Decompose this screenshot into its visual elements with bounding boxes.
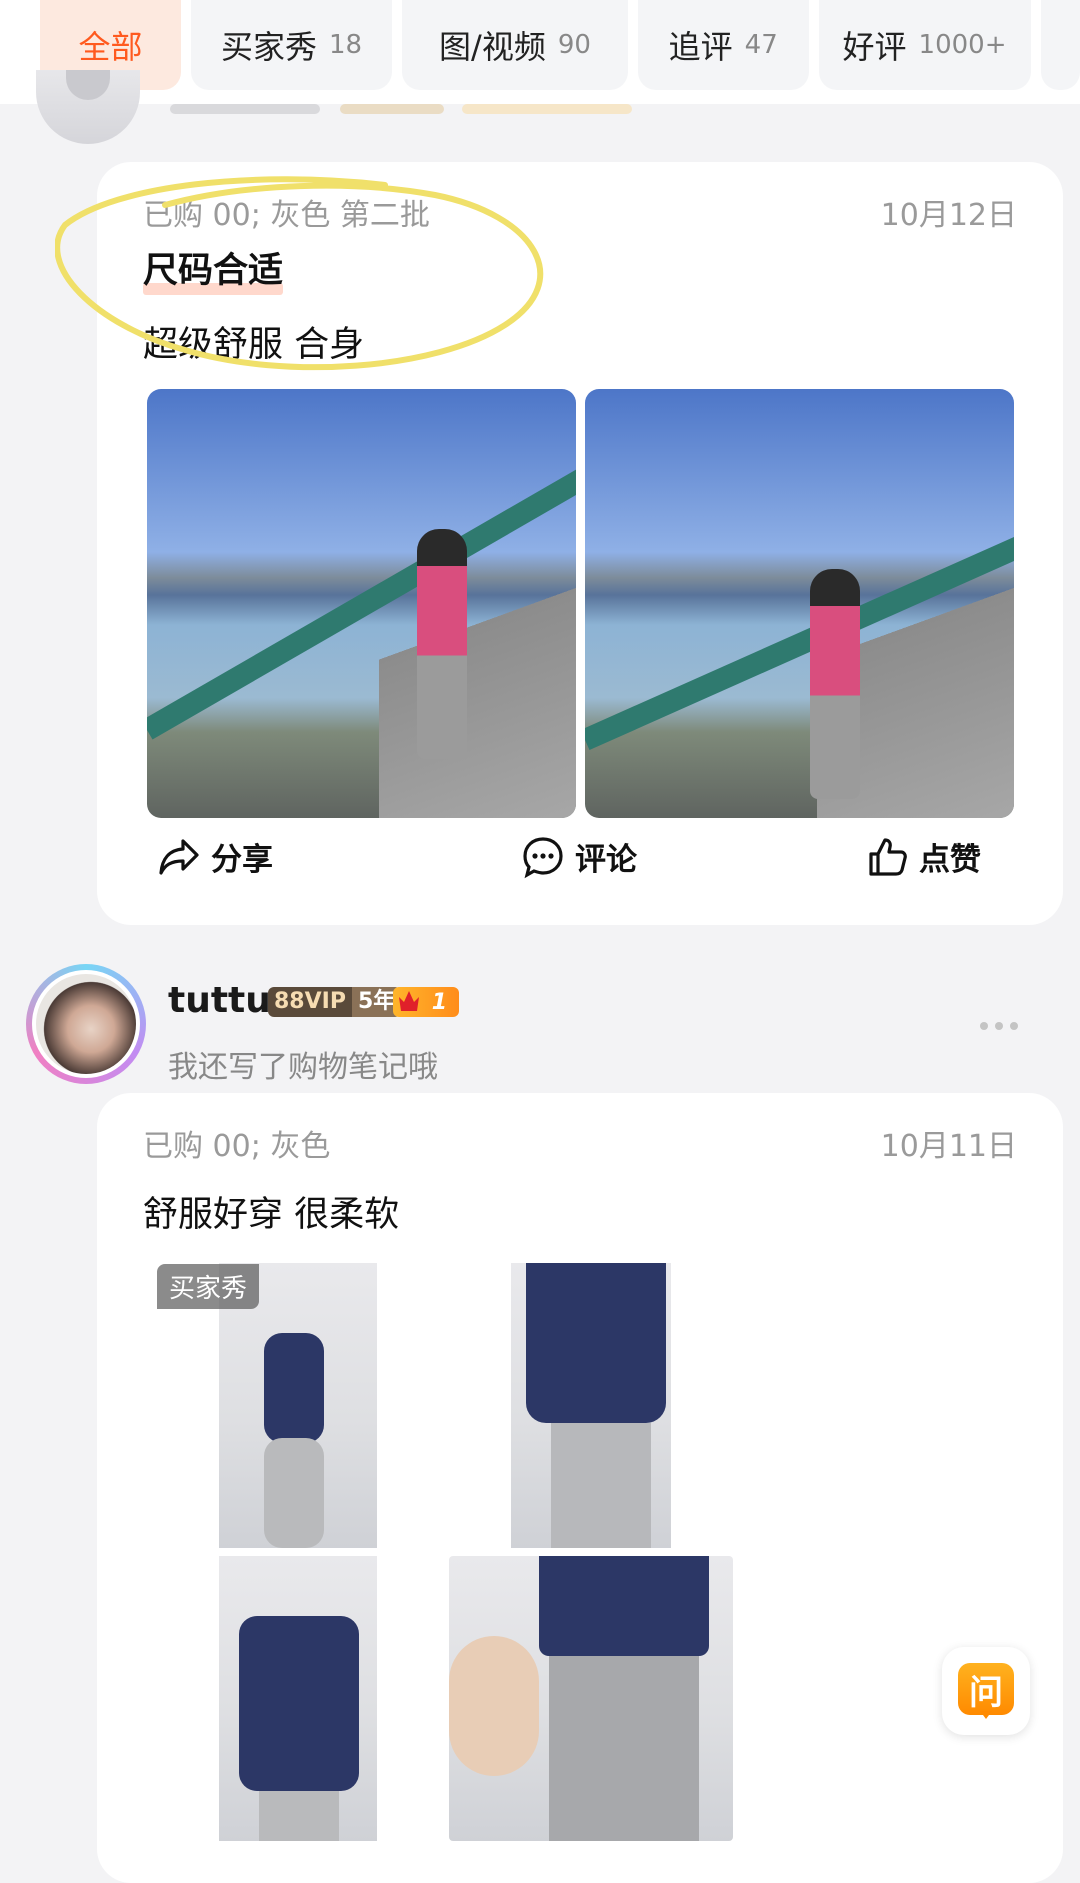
like-label: 点赞 <box>919 842 981 878</box>
ask-icon: 问 <box>958 1663 1014 1719</box>
tab-count: 18 <box>328 30 363 60</box>
tab-label: 追评 <box>668 28 733 66</box>
share-icon <box>159 838 199 875</box>
figure-jacket <box>526 1263 666 1423</box>
share-label: 分享 <box>211 842 273 878</box>
like-button[interactable]: 点赞 <box>867 834 981 879</box>
vip-badge: 88VIP 5年 <box>268 987 402 1017</box>
person-figure <box>417 529 467 759</box>
person-figure <box>810 569 860 799</box>
purchase-info: 已购 00; 灰色 <box>143 1129 331 1164</box>
comment-button[interactable]: 评论 <box>521 834 637 879</box>
review-photo[interactable] <box>449 1556 733 1841</box>
comment-label: 评论 <box>575 842 637 878</box>
level-badge: 1 <box>393 987 459 1017</box>
level-badge-placeholder <box>462 104 632 114</box>
tab-buyer-show[interactable]: 买家秀 18 <box>190 0 393 90</box>
tab-label: 买家秀 <box>220 28 317 66</box>
tab-count: 1000+ <box>918 30 1007 60</box>
filter-tabs: 全部 买家秀 18 图/视频 90 追评 47 好评 1000+ <box>0 0 1080 104</box>
tab-count: 90 <box>557 30 591 60</box>
vip-badge-placeholder <box>340 104 444 114</box>
review-text: 超级舒服 合身 <box>143 325 365 365</box>
tab-label: 好评 <box>842 28 907 66</box>
purchase-info: 已购 00; 灰色 第二批 <box>143 198 430 233</box>
review-tag-title: 尺码合适 <box>143 242 284 295</box>
tab-media[interactable]: 图/视频 90 <box>402 0 628 90</box>
review-text: 舒服好穿 很柔软 <box>143 1195 400 1235</box>
review-photo[interactable] <box>511 1263 671 1548</box>
review-card: 已购 00; 灰色 10月11日 舒服好穿 很柔软 <box>97 1093 1063 1883</box>
ask-button[interactable]: 问 <box>942 1647 1030 1735</box>
figure-jacket <box>539 1556 709 1656</box>
tab-more-partial[interactable] <box>1040 0 1080 90</box>
figure-jacket <box>239 1616 359 1791</box>
avatar-image <box>36 974 136 1074</box>
review-actions: 分享 评论 点赞 <box>97 836 1063 912</box>
figure-pants <box>551 1423 651 1548</box>
tab-positive[interactable]: 好评 1000+ <box>818 0 1031 90</box>
tab-label: 全部 <box>78 28 143 66</box>
review-card: 已购 00; 灰色 第二批 10月12日 尺码合适 超级舒服 合身 分享 评论 … <box>97 162 1063 925</box>
thumbs-up-icon <box>869 837 907 876</box>
review-photo[interactable] <box>147 389 576 818</box>
username[interactable]: tuttu <box>168 980 271 1021</box>
crown-icon <box>399 991 419 1011</box>
figure-jacket <box>264 1333 324 1443</box>
more-icon[interactable] <box>978 1020 1020 1032</box>
vip-label: 88VIP <box>268 987 352 1017</box>
review-photo[interactable] <box>585 389 1014 818</box>
tab-label: 图/视频 <box>439 28 546 66</box>
comment-icon <box>523 836 563 878</box>
tag-title-text: 尺码合适 <box>143 251 284 291</box>
figure-pants <box>259 1791 339 1841</box>
username-placeholder <box>170 104 320 114</box>
share-button[interactable]: 分享 <box>157 834 273 879</box>
review-date: 10月11日 <box>880 1129 1017 1164</box>
level-number: 1 <box>431 989 447 1015</box>
tab-count: 47 <box>744 30 778 60</box>
review-date: 10月12日 <box>880 198 1017 233</box>
buyer-show-badge: 买家秀 <box>157 1264 260 1309</box>
avatar[interactable] <box>36 70 140 144</box>
ask-label: 问 <box>969 1672 1003 1713</box>
pillow <box>449 1636 539 1776</box>
review-photo[interactable] <box>219 1556 377 1841</box>
figure-pants <box>264 1438 324 1548</box>
road <box>378 560 576 818</box>
avatar[interactable] <box>26 964 146 1084</box>
shopping-note-link[interactable]: 我还写了购物笔记哦 <box>168 1042 438 1086</box>
tab-follow-up[interactable]: 追评 47 <box>637 0 809 90</box>
figure-pants <box>549 1656 699 1841</box>
